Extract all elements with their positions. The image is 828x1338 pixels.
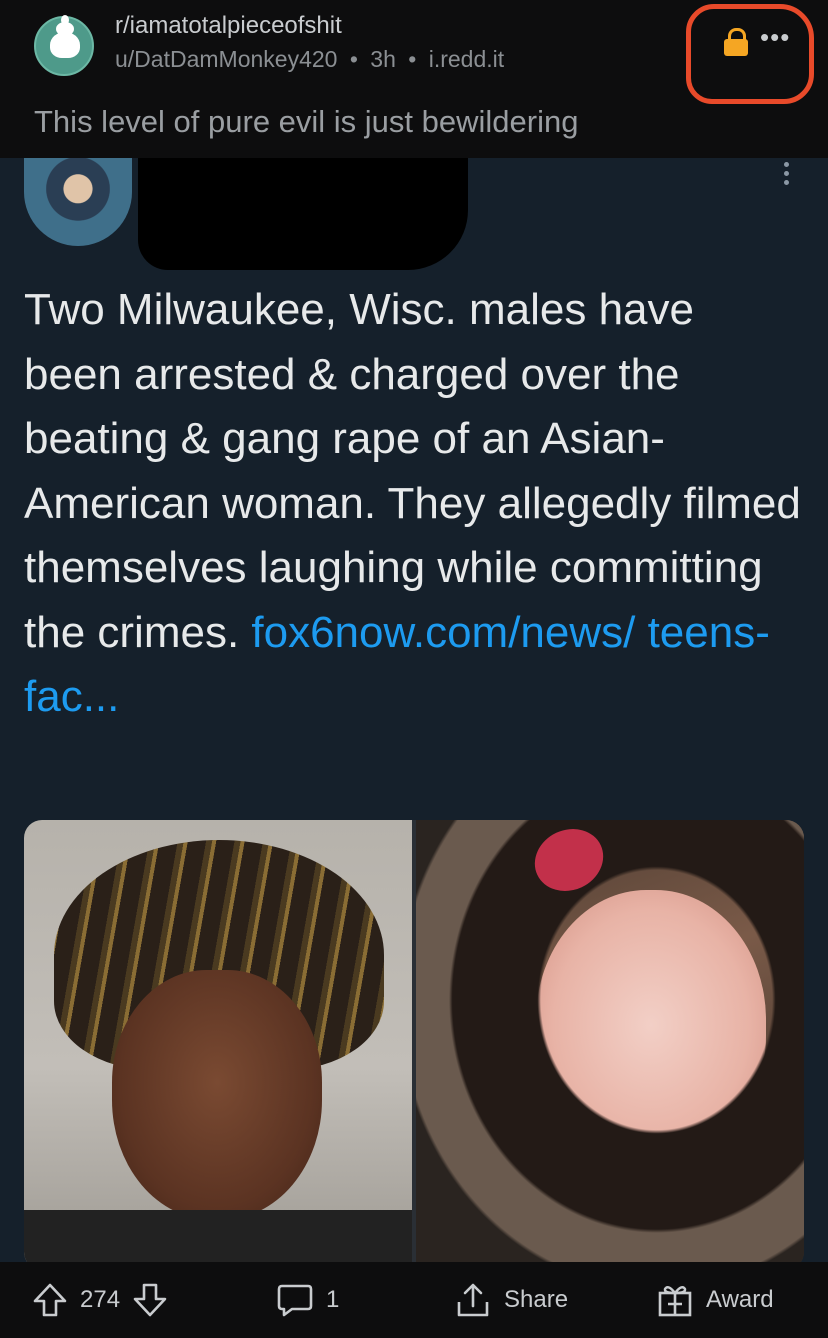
vote-score: 274 bbox=[80, 1286, 121, 1313]
post-age: 3h bbox=[370, 46, 396, 72]
comment-icon bbox=[276, 1282, 314, 1318]
post-header: r/iamatotalpieceofshit u/DatDamMonkey420… bbox=[0, 0, 828, 158]
subreddit-avatar[interactable] bbox=[34, 15, 94, 76]
share-button[interactable]: Share bbox=[454, 1262, 568, 1338]
tweet-text: Two Milwaukee, Wisc. males have been arr… bbox=[24, 278, 804, 730]
post-image[interactable]: Two Milwaukee, Wisc. males have been arr… bbox=[0, 158, 828, 1262]
mugshot-photo bbox=[24, 820, 412, 1262]
post-meta: u/DatDamMonkey420 • 3h • i.redd.it bbox=[115, 46, 510, 73]
annotation-circle bbox=[686, 4, 814, 104]
tweet-body: Two Milwaukee, Wisc. males have been arr… bbox=[24, 285, 801, 657]
share-label: Share bbox=[504, 1286, 569, 1313]
comments-button[interactable]: 1 bbox=[276, 1262, 339, 1338]
redaction-scribble bbox=[138, 158, 468, 270]
subreddit-name[interactable]: r/iamatotalpieceofshit bbox=[115, 12, 342, 40]
arrow-down-icon[interactable] bbox=[132, 1282, 168, 1318]
action-bar: 274 1 Share Award bbox=[0, 1262, 828, 1338]
tweet-avatar bbox=[24, 158, 132, 246]
award-button[interactable]: Award bbox=[656, 1262, 774, 1338]
post-title[interactable]: This level of pure evil is just bewilder… bbox=[34, 104, 578, 140]
meta-separator: • bbox=[349, 46, 358, 72]
comments-count: 1 bbox=[326, 1286, 340, 1313]
tweet-menu-icon bbox=[784, 162, 790, 186]
share-icon bbox=[454, 1282, 492, 1318]
vote-group: 274 bbox=[32, 1262, 168, 1338]
author-link[interactable]: u/DatDamMonkey420 bbox=[115, 46, 337, 72]
woman-photo bbox=[416, 820, 804, 1262]
meta-separator: • bbox=[408, 46, 417, 72]
post-domain[interactable]: i.redd.it bbox=[429, 46, 504, 72]
tweet-images bbox=[24, 820, 804, 1262]
gift-icon bbox=[656, 1282, 694, 1318]
poop-icon bbox=[50, 15, 80, 58]
award-label: Award bbox=[706, 1286, 774, 1313]
arrow-up-icon[interactable] bbox=[32, 1282, 68, 1318]
